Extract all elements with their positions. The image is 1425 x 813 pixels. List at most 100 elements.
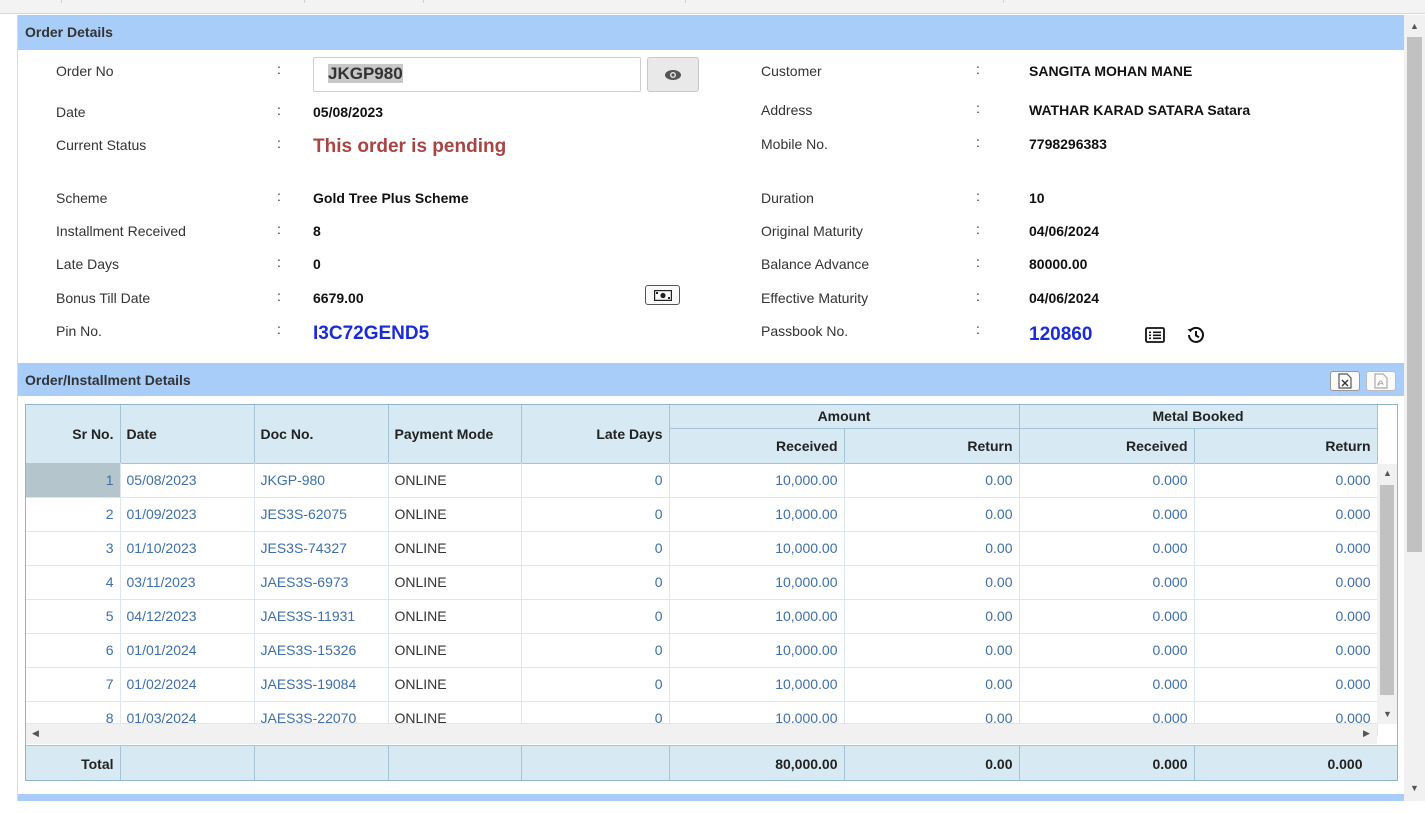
row-metal-return: 0.000 <box>1194 667 1378 702</box>
row-sr-no: 3 <box>26 531 121 566</box>
row-doc-no[interactable]: JAES3S-19084 <box>254 667 389 702</box>
page-scroll-thumb[interactable] <box>1407 37 1422 552</box>
scroll-left-arrow-icon[interactable]: ◀ <box>32 728 39 739</box>
row-date: 01/10/2023 <box>120 531 255 566</box>
tab-divider <box>686 0 1004 3</box>
total-empty-cell <box>254 745 389 780</box>
row-amount-return: 0.00 <box>844 633 1020 668</box>
grid-horizontal-scrollbar[interactable]: ◀ ▶ <box>26 723 1377 744</box>
total-empty-cell <box>120 745 255 780</box>
mobile-no-label: Mobile No. <box>761 136 828 152</box>
row-late-days: 0 <box>521 463 670 498</box>
order-details-header: Order Details <box>18 15 1404 50</box>
grid-scroll-thumb[interactable] <box>1380 485 1394 695</box>
colon: : <box>976 288 980 304</box>
row-metal-received: 0.000 <box>1019 531 1195 566</box>
row-doc-no[interactable]: JKGP-980 <box>254 463 389 498</box>
col-doc-no[interactable]: Doc No. <box>254 405 389 464</box>
colon: : <box>277 61 281 77</box>
tab-divider <box>62 0 305 3</box>
row-late-days: 0 <box>521 633 670 668</box>
late-days-label: Late Days <box>56 256 120 272</box>
col-metal-received[interactable]: Received <box>1019 428 1195 464</box>
page-scroll-up-icon[interactable]: ▲ <box>1410 21 1419 31</box>
row-amount-return: 0.00 <box>844 463 1020 498</box>
customer-value: SANGITA MOHAN MANE <box>1029 63 1193 79</box>
order-no-label: Order No <box>56 63 114 79</box>
export-excel-button[interactable] <box>1330 371 1360 391</box>
colon: : <box>277 188 281 204</box>
row-date: 04/12/2023 <box>120 599 255 634</box>
scroll-right-arrow-icon[interactable]: ▶ <box>1363 728 1370 739</box>
col-amount-received[interactable]: Received <box>669 428 845 464</box>
passbook-button[interactable] <box>1144 325 1166 345</box>
col-late-days[interactable]: Late Days <box>521 405 670 464</box>
passbook-no-label: Passbook No. <box>761 323 849 339</box>
table-row[interactable]: 7 01/02/2024 JAES3S-19084 ONLINE 0 10,000.00 0… <box>26 667 1378 702</box>
row-payment-mode: ONLINE <box>388 633 522 668</box>
table-row[interactable]: 2 01/09/2023 JES3S-62075 ONLINE 0 10,000.00 0.… <box>26 497 1378 532</box>
colon: : <box>976 221 980 237</box>
row-metal-return: 0.000 <box>1194 633 1378 668</box>
grid-body: 1 05/08/2023 JKGP-980 ONLINE 0 10,000.00 0.00 0… <box>26 463 1378 736</box>
tab-divider <box>0 0 62 3</box>
colon: : <box>277 102 281 118</box>
table-row[interactable]: 5 04/12/2023 JAES3S-11931 ONLINE 0 10,000.00 0… <box>26 599 1378 634</box>
address-value: WATHAR KARAD SATARA Satara <box>1029 102 1251 118</box>
row-sr-no: 7 <box>26 667 121 702</box>
row-doc-no[interactable]: JES3S-62075 <box>254 497 389 532</box>
table-row[interactable]: 3 01/10/2023 JES3S-74327 ONLINE 0 10,000.00 0.… <box>26 531 1378 566</box>
table-row[interactable]: 4 03/11/2023 JAES3S-6973 ONLINE 0 10,000.00 0.… <box>26 565 1378 600</box>
scroll-down-arrow-icon[interactable]: ▼ <box>1383 709 1392 719</box>
row-amount-received: 10,000.00 <box>669 531 845 566</box>
bonus-details-button[interactable] <box>645 285 680 305</box>
original-maturity-label: Original Maturity <box>761 223 863 239</box>
page-scroll-down-icon[interactable]: ▼ <box>1410 783 1419 793</box>
installment-details-header: Order/Installment Details <box>18 363 1404 396</box>
export-pdf-button[interactable] <box>1366 371 1396 391</box>
colon: : <box>277 221 281 237</box>
col-payment-mode[interactable]: Payment Mode <box>388 405 522 464</box>
view-order-button[interactable] <box>647 57 699 92</box>
scroll-up-arrow-icon[interactable]: ▲ <box>1383 468 1392 478</box>
order-no-input[interactable]: JKGP980 <box>313 57 641 92</box>
row-metal-return: 0.000 <box>1194 599 1378 634</box>
row-doc-no[interactable]: JAES3S-11931 <box>254 599 389 634</box>
row-date: 01/09/2023 <box>120 497 255 532</box>
colon: : <box>976 61 980 77</box>
table-row[interactable]: 6 01/01/2024 JAES3S-15326 ONLINE 0 10,000.00 0… <box>26 633 1378 668</box>
pdf-icon <box>1374 373 1388 389</box>
col-amount-return[interactable]: Return <box>844 428 1020 464</box>
col-group-amount: Amount <box>669 405 1020 429</box>
colon: : <box>976 254 980 270</box>
colon: : <box>277 254 281 270</box>
total-metal-received: 0.000 <box>1019 745 1195 780</box>
row-doc-no[interactable]: JES3S-74327 <box>254 531 389 566</box>
row-date: 01/02/2024 <box>120 667 255 702</box>
row-payment-mode: ONLINE <box>388 531 522 566</box>
row-late-days: 0 <box>521 599 670 634</box>
col-date[interactable]: Date <box>120 405 255 464</box>
row-amount-received: 10,000.00 <box>669 633 845 668</box>
grid-vertical-scrollbar[interactable]: ▲ ▼ <box>1377 464 1397 724</box>
row-payment-mode: ONLINE <box>388 565 522 600</box>
col-sr-no[interactable]: Sr No. <box>26 405 121 464</box>
order-no-value: JKGP980 <box>328 64 403 83</box>
address-label: Address <box>761 102 813 118</box>
table-row[interactable]: 1 05/08/2023 JKGP-980 ONLINE 0 10,000.00 0.00 0… <box>26 463 1378 498</box>
col-metal-return[interactable]: Return <box>1194 428 1378 464</box>
history-icon <box>1187 326 1204 343</box>
total-amount-return: 0.00 <box>844 745 1020 780</box>
installment-received-value: 8 <box>313 223 321 239</box>
tab-divider <box>305 0 424 3</box>
bonus-till-date-value: 6679.00 <box>313 290 364 306</box>
colon: : <box>976 188 980 204</box>
grid-header: Sr No. Date Doc No. Payment Mode Late Da… <box>26 405 1378 464</box>
total-empty-cell <box>388 745 522 780</box>
history-button[interactable] <box>1185 324 1207 346</box>
row-doc-no[interactable]: JAES3S-15326 <box>254 633 389 668</box>
page-vertical-scrollbar[interactable]: ▲ ▼ <box>1404 15 1425 801</box>
row-late-days: 0 <box>521 667 670 702</box>
row-doc-no[interactable]: JAES3S-6973 <box>254 565 389 600</box>
row-date: 05/08/2023 <box>120 463 255 498</box>
